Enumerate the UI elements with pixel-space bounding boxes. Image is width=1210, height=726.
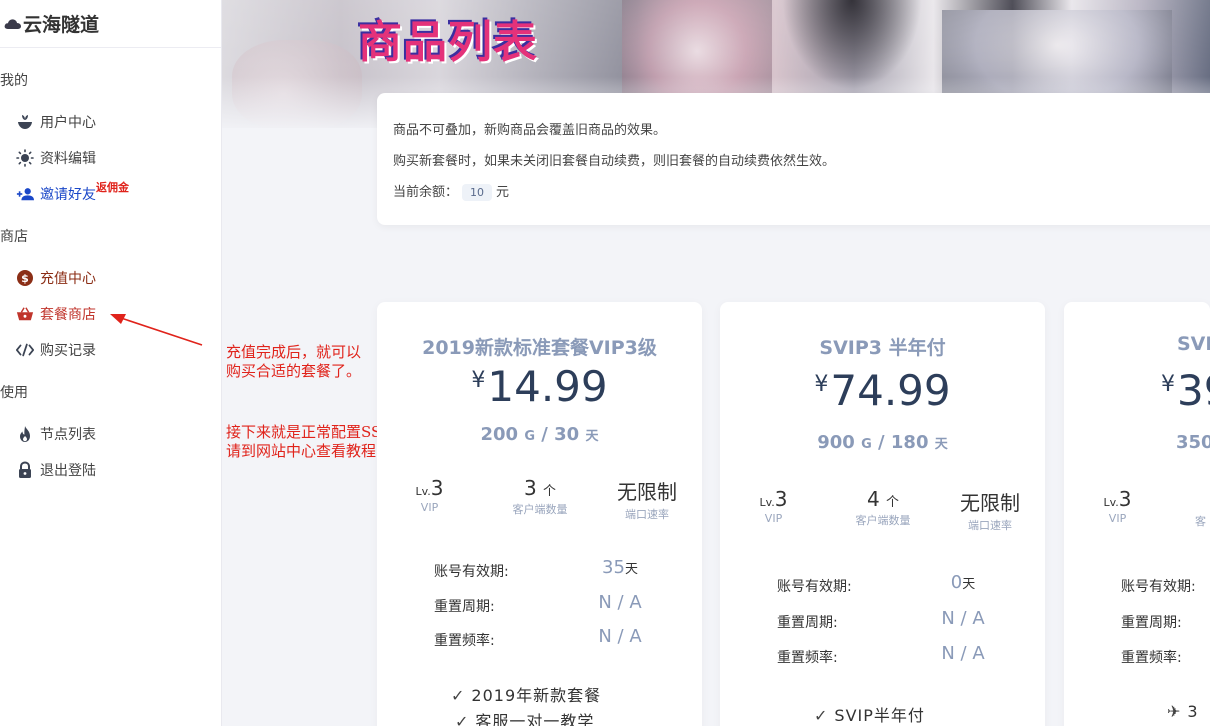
plan-card[interactable]: 2019新款标准套餐VIP3级 ¥14.99 200 G / 30 天 Lv.3… — [377, 302, 702, 726]
red-arrow-annotation — [110, 314, 203, 346]
sidebar-item-plan-shop[interactable]: 套餐商店 — [16, 303, 96, 325]
sidebar-item-label: 用户中心 — [40, 115, 96, 131]
plan-clients: 4 个 客户端数量 — [855, 487, 911, 527]
sidebar-item-user-center[interactable]: 用户中心 — [16, 111, 96, 133]
reset-freq-label: 重置频率: — [777, 650, 838, 666]
balance-value: 10 — [462, 184, 493, 201]
validity-label: 账号有效期: — [434, 564, 509, 580]
plan-name: SVI — [1177, 333, 1210, 355]
airplane-icon: ✈ — [1167, 702, 1182, 721]
plan-price: ¥74.99 — [814, 366, 951, 415]
plan-card[interactable]: SVIP3 半年付 ¥74.99 900 G / 180 天 Lv.3 VIP … — [720, 302, 1045, 726]
currency-symbol: ¥ — [471, 368, 486, 393]
brand-title: 云海隧道 — [23, 14, 100, 36]
section-label-shop: 商店 — [0, 229, 28, 245]
sidebar-item-label: 套餐商店 — [40, 307, 96, 323]
plan-level: Lv.3 VIP — [415, 476, 444, 514]
validity-label: 账号有效期: — [777, 579, 852, 595]
sidebar-item-recharge[interactable]: $ 充值中心 — [16, 267, 96, 289]
reset-cycle-label: 重置周期: — [1121, 615, 1182, 631]
page-title: 商品列表 — [358, 17, 538, 68]
reset-cycle-value: N / A — [941, 608, 985, 629]
plan-traffic: 350 — [1176, 432, 1210, 453]
sidebar-item-label: 节点列表 — [40, 427, 96, 443]
sidebar-item-purchase-history[interactable]: 购买记录 — [16, 339, 96, 361]
sidebar-item-label: 邀请好友 — [40, 187, 96, 203]
section-label-use: 使用 — [0, 385, 28, 401]
reset-freq-value: N / A — [598, 626, 642, 647]
add-user-icon — [16, 185, 34, 203]
validity-value: 35天 — [602, 557, 638, 578]
sidebar-item-label: 购买记录 — [40, 343, 96, 359]
notice-line-1: 商品不可叠加，新购商品会覆盖旧商品的效果。 — [393, 123, 667, 138]
sidebar-item-label: 退出登陆 — [40, 463, 96, 479]
check-icon: ✓ — [814, 706, 829, 725]
balance-unit: 元 — [496, 185, 510, 200]
reset-cycle-label: 重置周期: — [777, 615, 838, 631]
notice-card: 商品不可叠加，新购商品会覆盖旧商品的效果。 购买新套餐时，如果未关闭旧套餐自动续… — [377, 93, 1210, 225]
plan-feature: ✓ 客服一对一教学 — [455, 708, 594, 726]
plan-price: ¥14.99 — [471, 362, 608, 411]
plan-feature: ✓ 2019年新款套餐 — [451, 686, 602, 705]
sidebar-item-label: 资料编辑 — [40, 151, 96, 167]
plan-traffic: 900 G / 180 天 — [817, 432, 948, 453]
plan-level: Lv.3 VIP — [759, 487, 788, 525]
svg-text:$: $ — [21, 272, 29, 285]
check-icon: ✓ — [455, 712, 470, 726]
validity-value: 0天 — [950, 572, 976, 593]
sun-icon — [16, 149, 34, 167]
sidebar-item-invite[interactable]: 邀请好友 返佣金 — [16, 181, 129, 205]
plan-level: Lv.3 VIP — [1103, 487, 1132, 525]
plan-traffic: 200 G / 30 天 — [480, 424, 599, 445]
reset-freq-label: 重置频率: — [434, 633, 495, 649]
reset-cycle-value: N / A — [598, 592, 642, 613]
section-label-mine: 我的 — [0, 73, 28, 89]
currency-symbol: ¥ — [1161, 372, 1175, 397]
sidebar-item-logout[interactable]: 退出登陆 — [16, 459, 96, 481]
sidebar-item-profile-edit[interactable]: 资料编辑 — [16, 147, 96, 169]
check-icon: ✓ — [451, 686, 466, 705]
fire-icon — [16, 425, 34, 443]
reset-freq-label: 重置频率: — [1121, 650, 1182, 666]
plan-speed: 无限制 端口速率 — [617, 480, 677, 521]
lock-icon — [16, 461, 34, 479]
plan-name: SVIP3 半年付 — [819, 337, 946, 359]
rebate-badge: 返佣金 — [96, 181, 129, 194]
sidebar: 云海隧道 我的 用户中心 资料编辑 邀请好友 返佣金 商店 $ 充值中心 套餐商… — [0, 0, 222, 726]
validity-label: 账号有效期: — [1121, 579, 1196, 595]
code-icon — [16, 341, 34, 359]
plan-speed: 无限制 端口速率 — [960, 491, 1020, 532]
plan-feature: ✓ SVIP半年付 — [814, 706, 925, 725]
brand[interactable]: 云海隧道 — [0, 0, 221, 48]
plan-name: 2019新款标准套餐VIP3级 — [422, 337, 657, 359]
plan-clients: 客 — [1195, 515, 1206, 528]
plan-card[interactable]: SVI ¥39 350 Lv.3 VIP 客 账号有效期: 重置周期: 重置频率… — [1064, 302, 1210, 726]
currency-symbol: ¥ — [814, 372, 829, 397]
plan-clients: 3 个 客户端数量 — [512, 476, 568, 516]
plan-feature: ✈ 3 — [1167, 702, 1199, 721]
notice-line-2: 购买新套餐时，如果未关闭旧套餐自动续费，则旧套餐的自动续费依然生效。 — [393, 154, 836, 169]
plant-icon — [16, 113, 34, 131]
dollar-icon: $ — [16, 269, 34, 287]
sidebar-item-node-list[interactable]: 节点列表 — [16, 423, 96, 445]
basket-icon — [16, 305, 34, 323]
reset-freq-value: N / A — [941, 643, 985, 664]
plan-price: ¥39 — [1161, 366, 1210, 415]
balance-row: 当前余额： 10 元 — [393, 181, 509, 201]
cloud-icon — [4, 18, 21, 29]
balance-label: 当前余额： — [393, 185, 459, 200]
reset-cycle-label: 重置周期: — [434, 599, 495, 615]
sidebar-item-label: 充值中心 — [40, 271, 96, 287]
annotation-recharge-note: 充值完成后，就可以 购买合适的套餐了。 — [226, 343, 362, 380]
